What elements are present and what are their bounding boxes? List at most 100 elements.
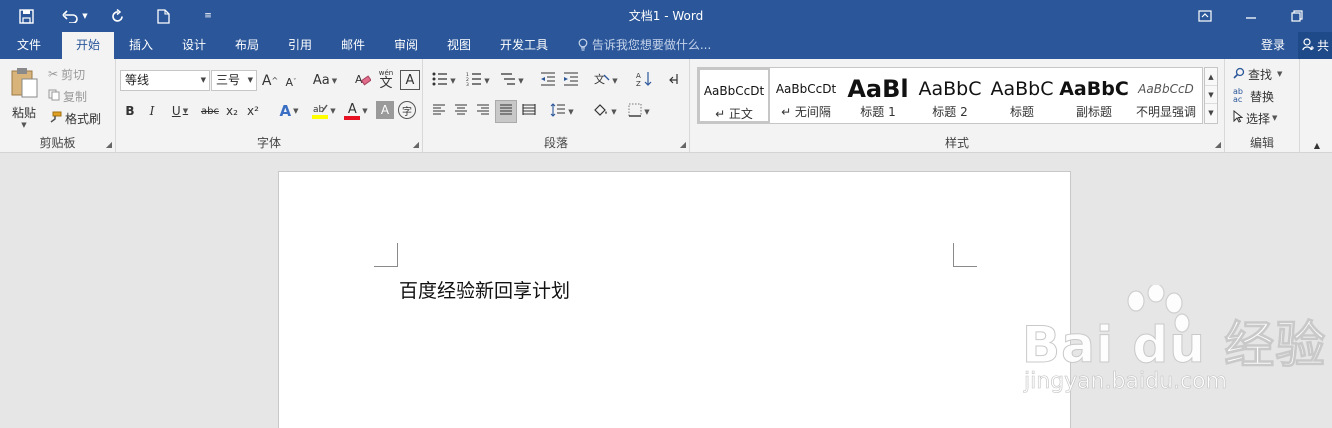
gallery-more-icon[interactable]: ▼ <box>1205 104 1217 122</box>
chevron-down-icon[interactable]: ▼ <box>183 107 188 115</box>
format-painter-button[interactable]: 格式刷 <box>48 108 101 128</box>
dialog-launcher-icon[interactable]: ◢ <box>680 140 686 149</box>
increase-indent-button[interactable] <box>560 70 582 91</box>
chevron-down-icon[interactable]: ▼ <box>518 77 523 85</box>
style-subtitle[interactable]: AaBbC 副标题 <box>1058 68 1130 123</box>
subscript-button[interactable]: x₂ <box>223 100 241 122</box>
chevron-down-icon[interactable]: ▼ <box>568 108 573 116</box>
ribbon-display-icon[interactable] <box>1182 0 1228 32</box>
undo-dropdown-icon[interactable]: ▼ <box>82 12 87 20</box>
change-case-button[interactable]: Aa ▼ <box>309 70 341 91</box>
dialog-launcher-icon[interactable]: ◢ <box>413 140 419 149</box>
dialog-launcher-icon[interactable]: ◢ <box>106 140 112 149</box>
gallery-up-icon[interactable]: ▲ <box>1205 68 1217 86</box>
justify-button[interactable] <box>495 100 517 123</box>
show-marks-button[interactable] <box>663 70 685 91</box>
redo-icon[interactable] <box>104 0 130 32</box>
cut-button[interactable]: ✂ 剪切 <box>48 64 85 84</box>
superscript-button[interactable]: x² <box>244 100 262 122</box>
paste-button[interactable]: 粘贴 ▼ <box>6 65 42 131</box>
align-center-button[interactable] <box>451 101 471 122</box>
save-icon[interactable] <box>12 0 40 32</box>
decrease-indent-button[interactable] <box>537 70 559 91</box>
character-border-button[interactable]: A <box>400 70 420 90</box>
document-text[interactable]: 百度经验新回享计划 <box>399 276 570 303</box>
login-link[interactable]: 登录 <box>1261 32 1285 59</box>
dialog-launcher-icon[interactable]: ◢ <box>1215 140 1221 149</box>
line-spacing-button[interactable]: ▼ <box>547 101 577 122</box>
text-effects-button[interactable]: A ▼ <box>274 100 304 122</box>
tab-insert[interactable]: 插入 <box>116 32 166 59</box>
style-no-spacing[interactable]: AaBbCcDt ↵ 无间隔 <box>770 68 842 123</box>
chevron-down-icon[interactable]: ▼ <box>362 107 367 115</box>
text-effects-icon: A <box>279 102 292 120</box>
bullets-button[interactable]: ▼ <box>429 70 459 91</box>
font-size-combobox[interactable]: 三号 ▼ <box>211 70 257 91</box>
align-left-button[interactable] <box>429 101 449 122</box>
chevron-down-icon[interactable]: ▼ <box>611 108 616 116</box>
chevron-down-icon[interactable]: ▼ <box>1272 114 1277 122</box>
enclose-characters-button[interactable]: 字 <box>398 101 416 119</box>
customize-icon[interactable]: ≡ <box>198 0 218 32</box>
minimize-icon[interactable] <box>1228 0 1274 32</box>
clear-formatting-button[interactable]: A <box>353 70 373 91</box>
tab-file[interactable]: 文件 <box>0 32 58 59</box>
font-name-combobox[interactable]: 等线 ▼ <box>120 70 210 91</box>
underline-button[interactable]: U ▼ <box>166 100 194 122</box>
tab-mailings[interactable]: 邮件 <box>328 32 378 59</box>
style-subtle-emphasis[interactable]: AaBbCcD 不明显强调 <box>1130 68 1202 123</box>
style-heading-2[interactable]: AaBbC 标题 2 <box>914 68 986 123</box>
chevron-down-icon[interactable]: ▼ <box>484 77 489 85</box>
borders-button[interactable]: ▼ <box>623 101 655 122</box>
numbering-button[interactable]: 123 ▼ <box>463 70 493 91</box>
replace-button[interactable]: ab ac 替换 <box>1233 86 1274 106</box>
tab-references[interactable]: 引用 <box>274 32 326 59</box>
chevron-down-icon[interactable]: ▼ <box>332 77 337 85</box>
new-document-icon[interactable] <box>150 0 176 32</box>
sort-button[interactable]: AZ <box>633 70 655 91</box>
character-shading-button[interactable]: A <box>376 101 394 119</box>
distributed-button[interactable] <box>519 101 539 122</box>
shrink-font-button[interactable]: Aˇ <box>282 72 300 92</box>
multilevel-list-button[interactable]: ▼ <box>497 70 527 91</box>
chevron-down-icon[interactable]: ▼ <box>450 77 455 85</box>
chevron-down-icon[interactable]: ▼ <box>612 77 617 85</box>
gallery-down-icon[interactable]: ▼ <box>1205 86 1217 104</box>
align-right-button[interactable] <box>473 101 493 122</box>
tab-design[interactable]: 设计 <box>168 32 220 59</box>
phonetic-guide-button[interactable]: wén 文 <box>376 68 396 92</box>
tab-home[interactable]: 开始 <box>62 32 114 59</box>
italic-button[interactable]: I <box>144 100 160 122</box>
replace-icon: ab ac <box>1233 87 1243 104</box>
chevron-down-icon[interactable]: ▼ <box>248 71 253 90</box>
tell-me-box[interactable]: 告诉我您想要做什么... <box>578 32 711 59</box>
tab-layout[interactable]: 布局 <box>222 32 272 59</box>
chevron-down-icon[interactable]: ▼ <box>330 107 335 115</box>
style-title[interactable]: AaBbC 标题 <box>986 68 1058 123</box>
tab-review[interactable]: 审阅 <box>380 32 432 59</box>
grow-font-button[interactable]: A ^ <box>261 70 279 91</box>
restore-icon[interactable] <box>1274 0 1320 32</box>
shading-button[interactable]: ▼ <box>589 101 621 122</box>
collapse-ribbon-icon[interactable]: ▲ <box>1310 139 1324 151</box>
bold-button[interactable]: B <box>122 100 138 122</box>
document-page[interactable]: 百度经验新回享计划 <box>278 171 1071 428</box>
find-button[interactable]: 查找 ▼ <box>1233 64 1282 84</box>
style-normal[interactable]: AaBbCcDt ↵ 正文 <box>698 68 770 123</box>
tab-developer[interactable]: 开发工具 <box>486 32 562 59</box>
tab-view[interactable]: 视图 <box>434 32 484 59</box>
share-button[interactable]: 共 <box>1298 32 1332 59</box>
chevron-down-icon[interactable]: ▼ <box>1277 70 1282 78</box>
undo-icon[interactable]: ▼ <box>58 0 92 32</box>
font-color-button[interactable]: A ▼ <box>342 100 370 122</box>
chevron-down-icon[interactable]: ▼ <box>644 108 649 116</box>
highlight-button[interactable]: ab ▼ <box>308 100 340 122</box>
select-button[interactable]: 选择 ▼ <box>1233 108 1277 128</box>
strikethrough-button[interactable]: abc <box>199 100 221 122</box>
style-heading-1[interactable]: AaBl 标题 1 <box>842 68 914 123</box>
paste-dropdown-icon[interactable]: ▼ <box>21 121 26 129</box>
copy-button[interactable]: 复制 <box>48 86 87 106</box>
chevron-down-icon[interactable]: ▼ <box>201 71 206 90</box>
chevron-down-icon[interactable]: ▼ <box>293 107 298 115</box>
chinese-layout-button[interactable]: 文 ▼ <box>591 70 621 91</box>
